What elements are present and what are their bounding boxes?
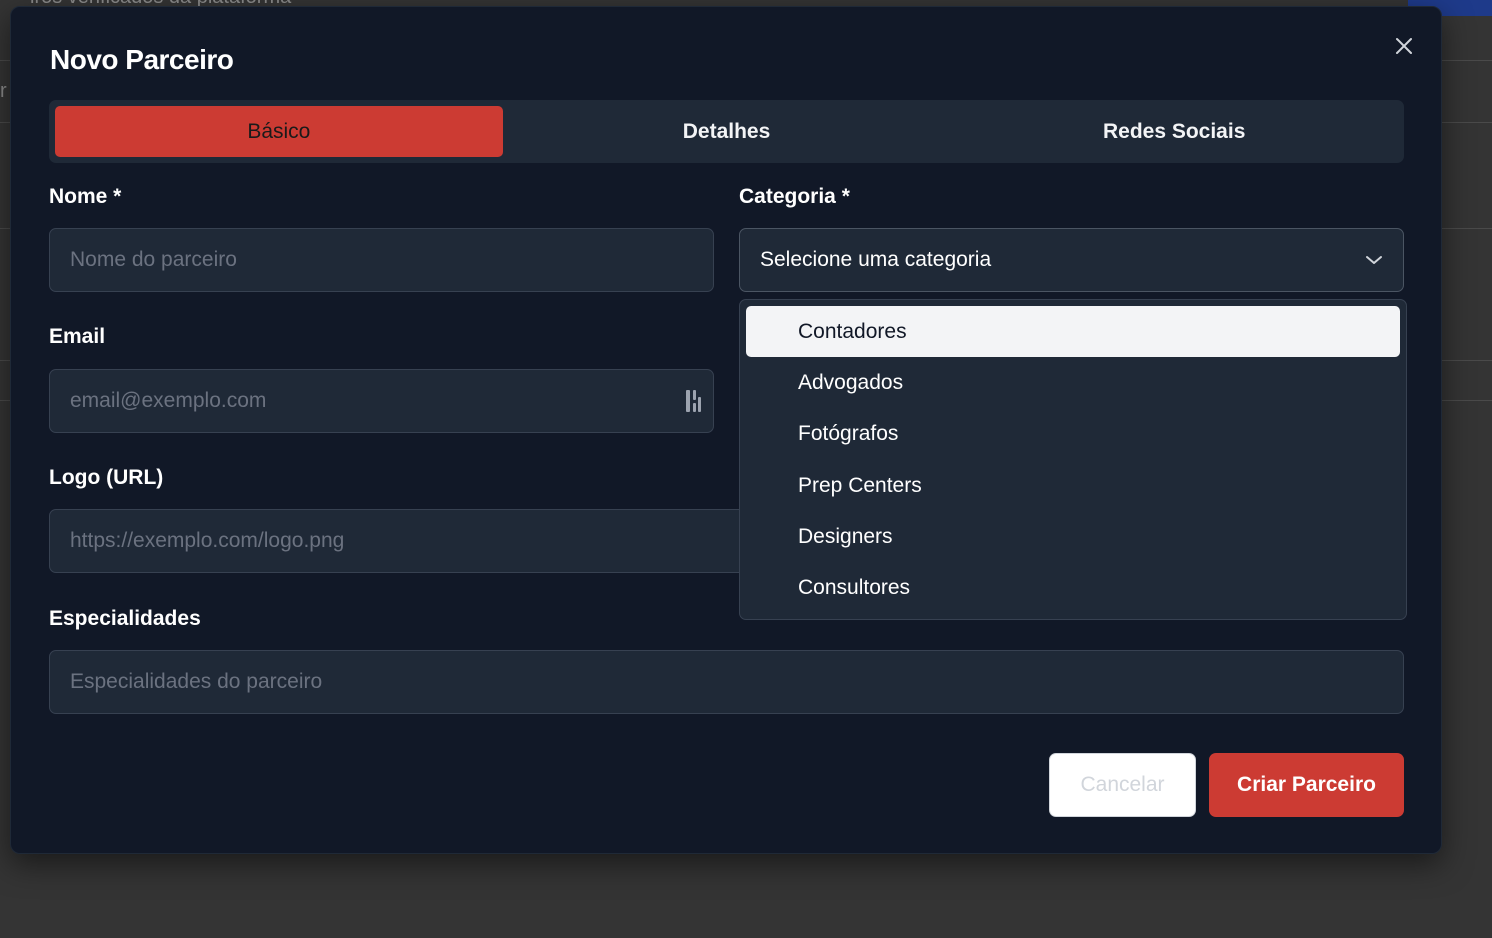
especialidades-label: Especialidades xyxy=(49,607,201,630)
chevron-down-icon xyxy=(1366,256,1382,264)
close-button[interactable] xyxy=(1391,33,1417,59)
option-prep-centers[interactable]: Prep Centers xyxy=(746,460,1400,511)
option-advogados[interactable]: Advogados xyxy=(746,357,1400,408)
tab-detalhes[interactable]: Detalhes xyxy=(503,106,951,157)
email-input[interactable] xyxy=(49,369,714,433)
option-contadores[interactable]: Contadores xyxy=(746,306,1400,358)
option-designers[interactable]: Designers xyxy=(746,511,1400,562)
categoria-select-value: Selecione uma categoria xyxy=(760,248,992,271)
new-partner-dialog: Novo Parceiro Básico Detalhes Redes Soci… xyxy=(10,6,1442,854)
option-fotografos[interactable]: Fotógrafos xyxy=(746,409,1400,460)
categoria-select[interactable]: Selecione uma categoria xyxy=(739,228,1404,292)
close-icon xyxy=(1396,38,1412,54)
nome-label: Nome * xyxy=(49,185,122,208)
categoria-dropdown: Contadores Advogados Fotógrafos Prep Cen… xyxy=(739,299,1407,620)
background-char: r xyxy=(0,80,7,102)
option-consultores[interactable]: Consultores xyxy=(746,562,1400,613)
dialog-title: Novo Parceiro xyxy=(50,44,234,75)
tab-redes-sociais[interactable]: Redes Sociais xyxy=(950,106,1398,157)
especialidades-input[interactable] xyxy=(49,650,1404,714)
categoria-label: Categoria * xyxy=(739,185,850,208)
tab-list: Básico Detalhes Redes Sociais xyxy=(49,100,1404,163)
tab-basico[interactable]: Básico xyxy=(55,106,503,157)
cancel-button[interactable]: Cancelar xyxy=(1049,753,1196,817)
password-manager-icon[interactable] xyxy=(683,387,705,415)
logo-label: Logo (URL) xyxy=(49,466,164,489)
create-partner-button[interactable]: Criar Parceiro xyxy=(1209,753,1404,817)
email-label: Email xyxy=(49,325,106,348)
nome-input[interactable] xyxy=(49,228,714,292)
